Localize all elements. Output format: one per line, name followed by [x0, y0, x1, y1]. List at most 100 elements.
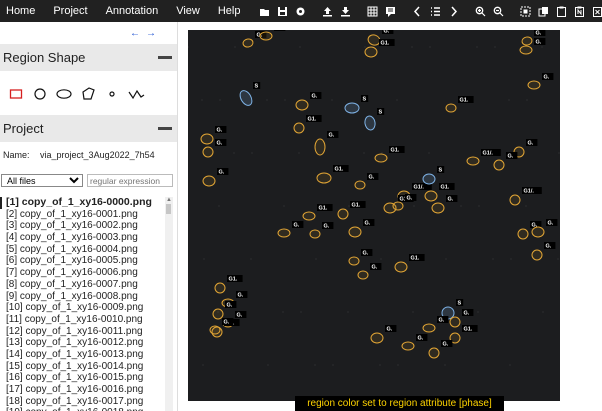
zoom-in-icon[interactable]	[473, 3, 488, 19]
settings-icon[interactable]	[293, 3, 308, 19]
file-list-item[interactable]: [5] copy_of_1_xy16-0004.png	[0, 244, 164, 256]
region-annotation[interactable]: G1.	[374, 146, 405, 163]
region-ellipse[interactable]	[357, 270, 369, 280]
region-annotation[interactable]: S	[238, 82, 261, 107]
region-annotation[interactable]: G1.	[445, 96, 474, 113]
region-annotation[interactable]: S	[344, 95, 369, 114]
region-annotation[interactable]: G.	[348, 219, 375, 238]
select-all-icon[interactable]	[518, 3, 533, 19]
paste-n-icon[interactable]	[572, 3, 587, 19]
region-annotation[interactable]: G1.	[302, 204, 333, 221]
file-list-item[interactable]: [12] copy_of_1_xy16-0011.png	[0, 326, 164, 338]
region-ellipse[interactable]	[364, 46, 378, 58]
circle-shape-icon[interactable]	[29, 84, 51, 104]
region-ellipse[interactable]	[314, 138, 326, 156]
polygon-shape-icon[interactable]	[77, 84, 99, 104]
region-ellipse[interactable]	[200, 133, 214, 145]
region-annotation[interactable]: G.	[295, 92, 322, 111]
collapse-icon[interactable]	[158, 56, 172, 59]
region-ellipse[interactable]	[509, 194, 521, 206]
regex-filter-input[interactable]	[87, 174, 173, 187]
region-ellipse[interactable]	[348, 226, 362, 238]
region-annotation[interactable]: G.	[531, 242, 556, 261]
file-filter-select[interactable]: All files	[1, 174, 83, 187]
grid-view-icon[interactable]	[365, 3, 380, 19]
region-annotation[interactable]: G1.	[337, 201, 366, 220]
prev-arrow-icon[interactable]: ←	[130, 29, 140, 39]
menu-annotation[interactable]: Annotation	[97, 0, 168, 22]
image-canvas[interactable]: G. G. G. G1. G. G. S S S G. G1. G. G1. G. G. G1/. G. G1. G…	[188, 30, 560, 401]
region-annotation[interactable]: G1.	[449, 325, 478, 344]
region-ellipse[interactable]	[209, 325, 221, 335]
open-folder-icon[interactable]	[257, 3, 272, 19]
file-list-item[interactable]: [13] copy_of_1_xy16-0012.png	[0, 337, 164, 349]
zoom-out-icon[interactable]	[491, 3, 506, 19]
scroll-up-arrow-icon[interactable]: ▲	[166, 197, 172, 203]
region-ellipse[interactable]	[344, 102, 360, 114]
download-icon[interactable]	[338, 3, 353, 19]
region-annotation[interactable]: G.	[357, 263, 382, 280]
region-shape-header[interactable]: Region Shape	[0, 44, 177, 71]
menu-view[interactable]: View	[167, 0, 209, 22]
region-ellipse[interactable]	[394, 261, 408, 273]
file-list-item[interactable]: [19] copy_of_1_xy16-0018.png	[0, 407, 164, 411]
region-annotation[interactable]: G.	[370, 325, 397, 344]
delete-icon[interactable]	[590, 3, 602, 19]
region-ellipse[interactable]	[424, 190, 438, 202]
region-annotation[interactable]: G.	[527, 73, 554, 90]
region-annotation[interactable]: G.	[309, 222, 334, 239]
region-ellipse[interactable]	[259, 31, 273, 41]
region-ellipse[interactable]	[493, 159, 505, 171]
menu-help[interactable]: Help	[209, 0, 250, 22]
menu-project[interactable]: Project	[44, 0, 96, 22]
region-annotation[interactable]: G1/.	[509, 187, 542, 206]
region-annotation[interactable]: G.	[202, 168, 229, 187]
region-annotation[interactable]: S	[422, 166, 445, 185]
file-list-item[interactable]: [6] copy_of_1_xy16-0005.png	[0, 255, 164, 267]
region-ellipse[interactable]	[238, 89, 255, 108]
file-list-item[interactable]: [8] copy_of_1_xy16-0007.png	[0, 279, 164, 291]
collapse-icon[interactable]	[158, 127, 172, 130]
file-list-item[interactable]: [15] copy_of_1_xy16-0014.png	[0, 361, 164, 373]
region-ellipse[interactable]	[337, 208, 349, 220]
file-list-item[interactable]: [4] copy_of_1_xy16-0003.png	[0, 232, 164, 244]
region-ellipse[interactable]	[521, 36, 533, 46]
file-list-item[interactable]: [14] copy_of_1_xy16-0013.png	[0, 349, 164, 361]
region-ellipse[interactable]	[519, 45, 533, 55]
region-annotation[interactable]: S	[364, 108, 385, 131]
previous-icon[interactable]	[410, 3, 425, 19]
region-ellipse[interactable]	[431, 202, 445, 214]
project-name-value[interactable]: via_project_3Aug2022_7h54	[40, 150, 155, 160]
region-annotation[interactable]: G.	[513, 139, 538, 158]
file-list-item[interactable]: [10] copy_of_1_xy16-0009.png	[0, 302, 164, 314]
region-ellipse[interactable]	[422, 323, 436, 333]
region-ellipse[interactable]	[316, 172, 332, 184]
annotation-canvas-svg[interactable]: G. G. G. G1. G. G. S S S G. G1. G. G1. G. G. G1/. G. G1. G…	[188, 30, 560, 401]
region-ellipse[interactable]	[428, 347, 440, 359]
file-list-scrollbar[interactable]: ▲	[165, 197, 173, 411]
region-ellipse[interactable]	[295, 99, 309, 111]
region-ellipse[interactable]	[354, 180, 366, 190]
region-annotation[interactable]: G.	[348, 249, 373, 266]
save-icon[interactable]	[275, 3, 290, 19]
comment-icon[interactable]	[383, 3, 398, 19]
region-annotation[interactable]: G1.	[316, 165, 349, 184]
region-ellipse[interactable]	[202, 175, 216, 187]
region-annotation[interactable]: G.	[428, 340, 453, 359]
region-ellipse[interactable]	[364, 115, 376, 131]
region-annotation[interactable]: G.	[354, 173, 379, 190]
project-header[interactable]: Project	[0, 115, 177, 142]
polyline-shape-icon[interactable]	[125, 84, 147, 104]
region-ellipse[interactable]	[302, 211, 316, 221]
point-shape-icon[interactable]	[101, 84, 123, 104]
region-ellipse[interactable]	[422, 173, 436, 185]
next-arrow-icon[interactable]: →	[146, 29, 156, 39]
region-ellipse[interactable]	[202, 146, 214, 158]
region-annotation[interactable]: G.	[314, 131, 339, 156]
region-annotation[interactable]: G.	[422, 316, 449, 333]
region-ellipse[interactable]	[531, 249, 543, 261]
file-list-item[interactable]: [16] copy_of_1_xy16-0015.png	[0, 372, 164, 384]
region-ellipse[interactable]	[214, 282, 226, 294]
region-ellipse[interactable]	[309, 229, 321, 239]
region-ellipse[interactable]	[449, 316, 461, 328]
